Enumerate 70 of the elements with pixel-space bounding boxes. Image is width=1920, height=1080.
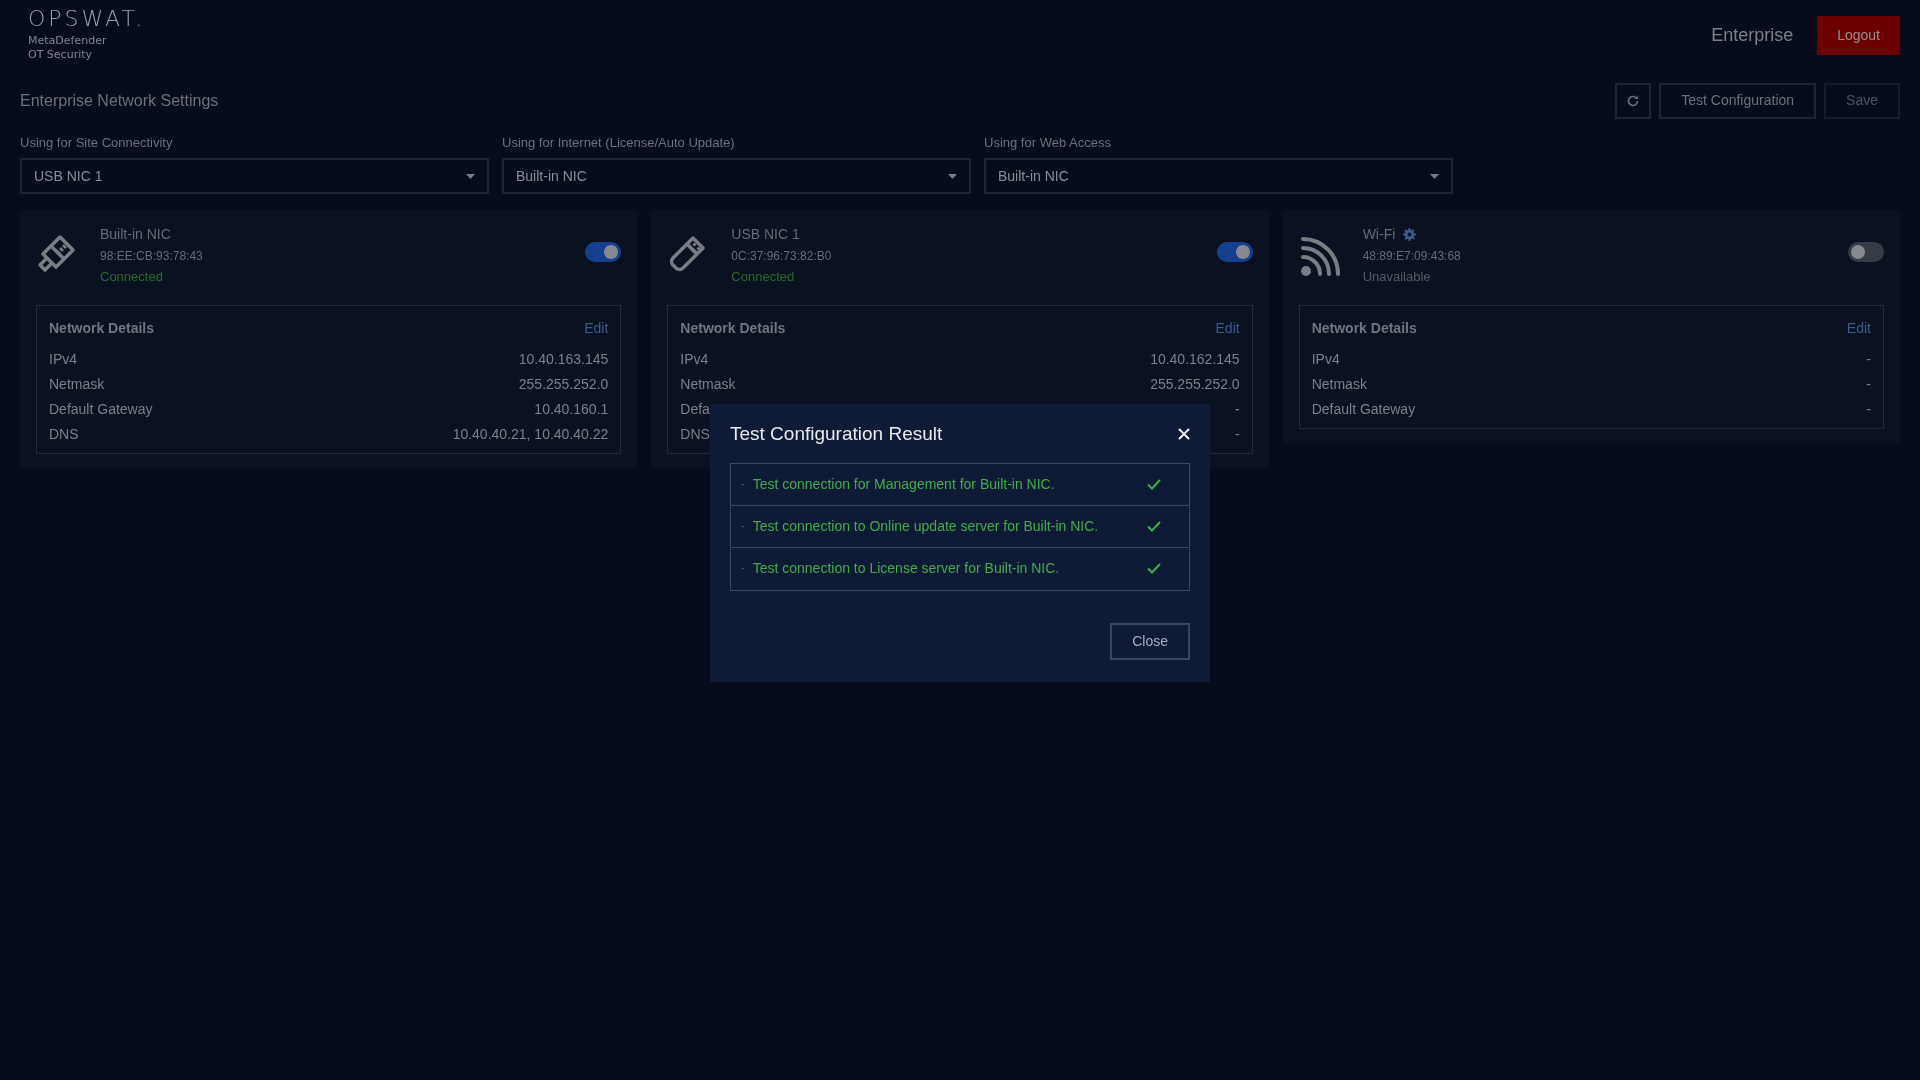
refresh-icon [1626,94,1641,109]
close-button[interactable]: Close [1110,622,1190,660]
connection-status: Connected [731,268,796,287]
dropdown-field[interactable]: Built-in NIC [502,158,971,195]
detail-value: - [1235,399,1240,419]
section-title: Network Details [1311,318,1417,338]
detail-label: Netmask [49,374,105,394]
toggle-switch[interactable] [585,242,622,263]
close-button[interactable] [1178,428,1190,441]
detail-value: - [1866,349,1871,369]
detail-label: DNS [680,424,710,444]
detail-value: - [1866,374,1871,394]
ethernet-plug-icon [36,234,76,275]
field-label: Using for Web Access [984,133,1112,152]
detail-value: 10.40.163.145 [518,349,609,369]
connection-status: Connected [100,268,164,287]
field-label: Using for Site Connectivity [20,133,174,152]
settings-icon[interactable] [1403,228,1417,242]
detail-label: Netmask [1311,374,1367,394]
detail-value: 255.255.252.0 [1150,374,1240,394]
detail-label: IPv4 [49,349,77,369]
caret-icon [948,173,957,179]
section-title: Network Details [49,318,155,338]
edit-link[interactable]: Edit [584,317,609,339]
bullet: · [741,476,745,492]
network-name: Wi-Fi [1362,225,1396,245]
detail-label: Netmask [680,374,736,394]
detail-value: 10.40.162.145 [1150,349,1240,369]
detail-label: DNS [49,424,79,444]
network-name: Built-in NIC [100,225,171,245]
detail-value: - [1866,399,1871,419]
mac-address: 98:EE:CB:93:78:43 [100,248,204,266]
detail-label: Defa [680,399,710,419]
edition-label: Enterprise [1711,24,1794,47]
section-title: Network Details [680,318,786,338]
detail-value: 255.255.252.0 [518,374,609,394]
connection-status: Unavailable [1362,268,1432,287]
toggle-switch[interactable] [1848,242,1884,263]
edit-link[interactable]: Edit [1846,317,1871,339]
network-name: USB NIC 1 [731,225,800,245]
detail-label: IPv4 [1311,349,1340,369]
result-text: Test connection to License server for Built-in NIC. [752,559,1061,578]
field-label: Using for Internet (License/Auto Update) [502,133,736,152]
result-text: Test connection for Management for Built-in NIC. [752,474,1056,494]
dropdown-field[interactable]: Built-in NIC [984,158,1453,195]
detail-label: Default Gateway [49,399,153,419]
bullet: · [741,561,745,577]
bullet: · [741,518,745,534]
detail-value: 10.40.40.21, 10.40.40.22 [452,424,609,444]
edition-name: OT Security [28,48,94,63]
page-title: Enterprise Network Settings [20,90,219,111]
detail-label: IPv4 [680,349,709,369]
detail-value: - [1235,424,1240,444]
toggle-switch[interactable] [1216,242,1253,263]
signal-waves-icon [1298,234,1343,279]
test-configuration-button[interactable]: Test Configuration [1659,82,1817,119]
caret-icon [1430,173,1439,179]
product-name: MetaDefender [28,34,108,49]
caret-icon [466,173,475,179]
dropdown-field[interactable]: USB NIC 1 [20,158,489,195]
detail-value: 10.40.160.1 [534,399,609,419]
detail-label: Default Gateway [1311,399,1416,419]
mac-address: 48:89:E7:09:43:68 [1362,248,1462,266]
result-text: Test connection to Online update server for Built-in NIC. [752,516,1100,536]
edit-link[interactable]: Edit [1215,317,1240,339]
dialog-title: Test Configuration Result [730,422,943,446]
refresh-button[interactable] [1615,82,1652,119]
mac-address: 0C:37:96:73:82:B0 [731,248,833,266]
logo-wordmark: OPSWAT. [28,8,146,30]
logout-button[interactable]: Logout [1817,16,1900,55]
